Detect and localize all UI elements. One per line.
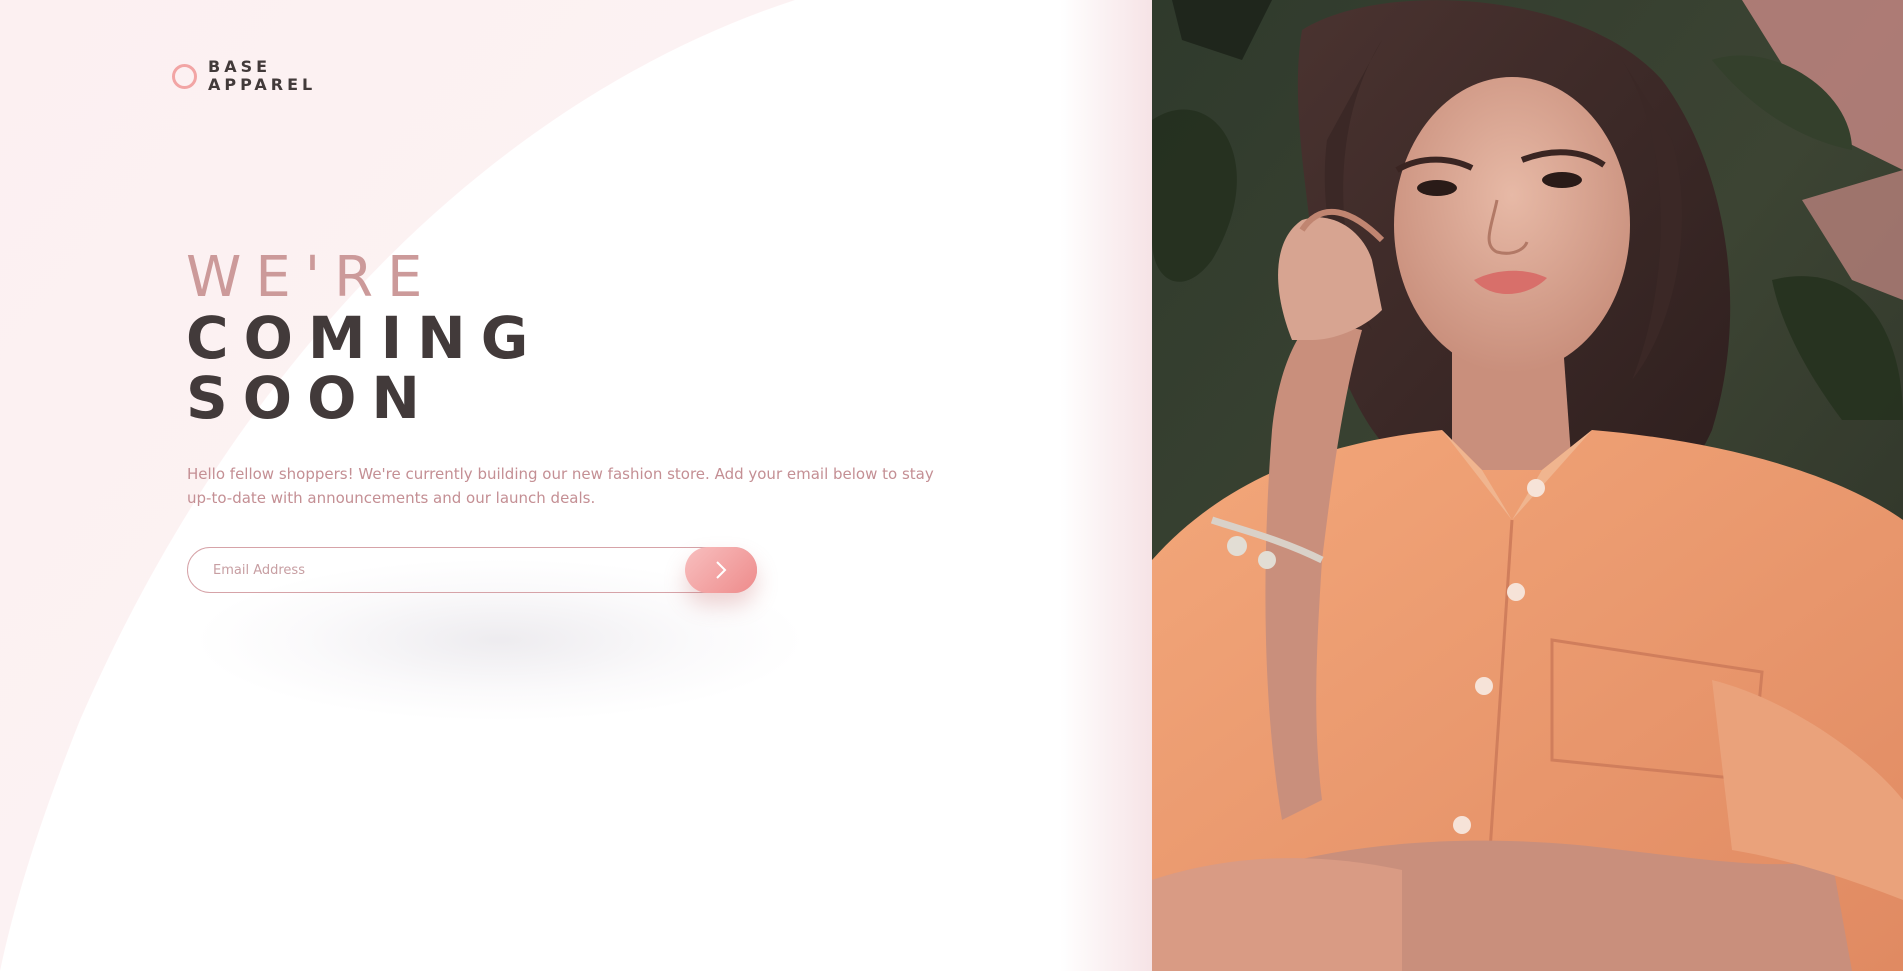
brand-logo[interactable]: BASE APPAREL	[172, 58, 316, 94]
logo-ring-icon	[172, 63, 197, 89]
headline-line-2: COMING	[186, 304, 544, 372]
page-headline: WE'RE COMING SOON	[186, 245, 544, 432]
headline-line-3: SOON	[186, 364, 435, 432]
hero-photo	[1152, 0, 1903, 971]
subscribe-form	[187, 547, 757, 593]
logo-wordmark: BASE APPAREL	[208, 58, 316, 94]
email-input[interactable]	[187, 547, 757, 593]
hero-image	[1152, 0, 1903, 971]
content-panel: BASE APPAREL WE'RE COMING SOON Hello fel…	[0, 0, 1152, 971]
arrow-right-icon	[716, 561, 727, 579]
headline-line-1: WE'RE	[186, 245, 437, 310]
page: BASE APPAREL WE'RE COMING SOON Hello fel…	[0, 0, 1903, 971]
submit-button[interactable]	[685, 547, 757, 593]
intro-description: Hello fellow shoppers! We're currently b…	[187, 465, 934, 507]
logo-line-base: BASE	[208, 57, 272, 76]
logo-line-apparel: APPAREL	[208, 75, 317, 94]
